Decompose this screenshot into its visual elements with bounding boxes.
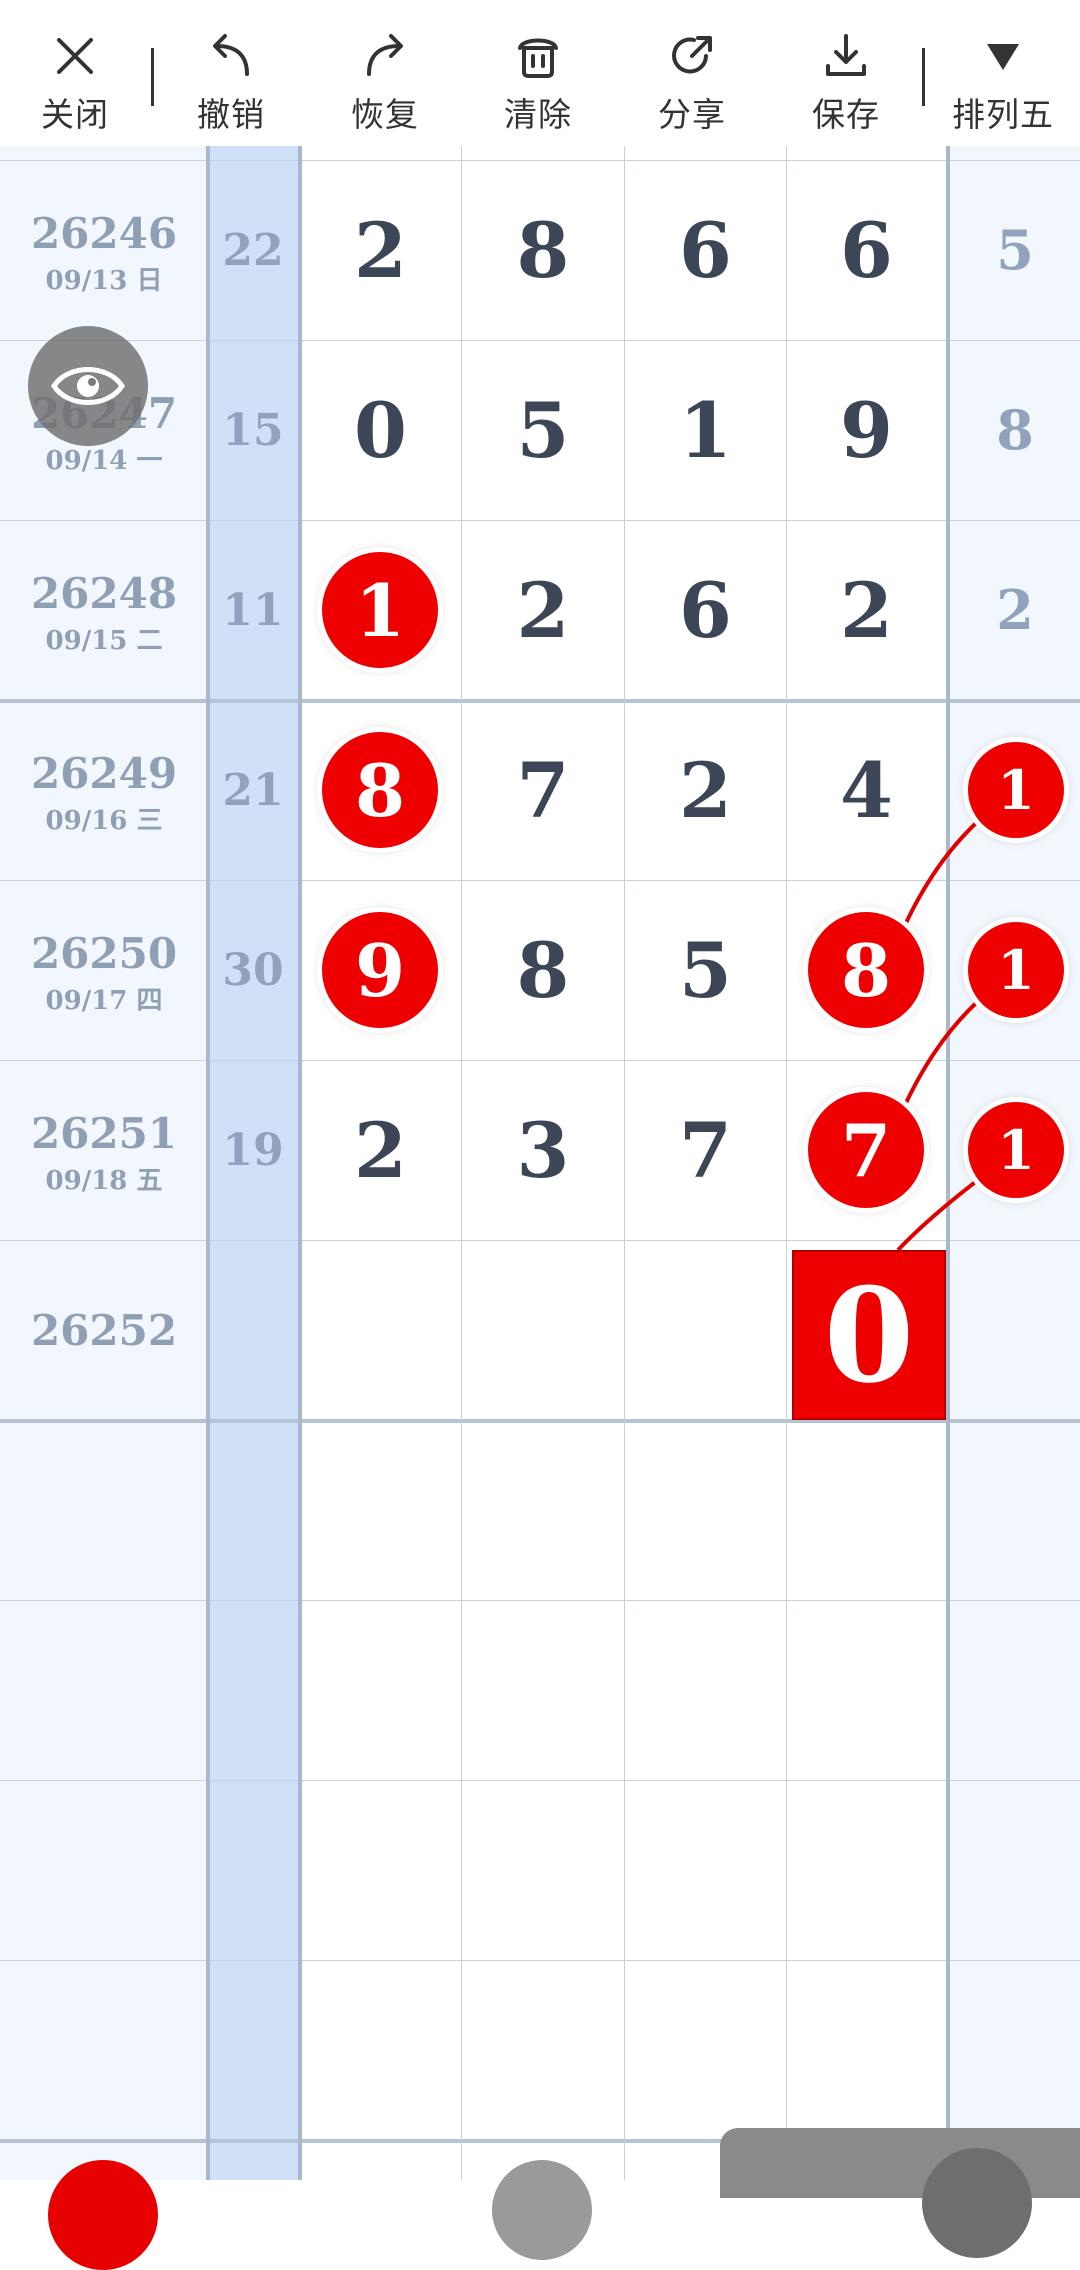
digit-cell[interactable]: 4 [787, 700, 946, 880]
digit-cell[interactable]: 2 [462, 520, 624, 700]
bottom-panel-button[interactable] [922, 2148, 1032, 2258]
issue-date: 09/13 日 [45, 265, 163, 296]
download-icon [826, 34, 866, 76]
digit-cell[interactable]: 5 [625, 880, 786, 1060]
redo-icon [367, 34, 403, 76]
digit-cell[interactable]: 8 [462, 160, 624, 340]
highlighted-fifth-digit[interactable]: 1 [968, 1102, 1064, 1198]
sum-value: 30 [222, 944, 284, 996]
selected-digit-cell[interactable]: 0 [792, 1250, 946, 1420]
sum-value: 19 [222, 1124, 284, 1176]
highlighted-digit[interactable]: 7 [808, 1092, 924, 1208]
issue-number: 26248 [30, 568, 178, 618]
digit-cell[interactable]: 3 [462, 1060, 624, 1240]
issue-number: 26251 [30, 1108, 178, 1158]
toolbar-divider [922, 48, 925, 106]
close-icon [57, 38, 93, 74]
triangle-down-icon [987, 44, 1019, 70]
digit-cell[interactable]: 6 [625, 520, 786, 700]
clear-label: 清除 [504, 95, 572, 134]
clear-button[interactable]: 清除 [463, 0, 613, 146]
close-label: 关闭 [41, 95, 109, 134]
digit-cell[interactable]: 2 [300, 160, 461, 340]
digit-cell[interactable]: 7 [462, 700, 624, 880]
digit-cell[interactable]: 5 [462, 340, 624, 520]
digit-cell[interactable]: 6 [787, 160, 946, 340]
digit-cell[interactable]: 0 [300, 340, 461, 520]
save-button[interactable]: 保存 [771, 0, 921, 146]
lottery-type-label: 排列五 [952, 95, 1054, 134]
highlighted-digit[interactable]: 8 [808, 912, 924, 1028]
digit-cell[interactable]: 9 [787, 340, 946, 520]
fifth-digit[interactable]: 5 [950, 160, 1080, 340]
sum-value: 15 [222, 404, 284, 456]
toolbar-divider [151, 48, 154, 106]
issue-date: 09/17 四 [45, 985, 163, 1016]
fifth-digit[interactable]: 8 [950, 340, 1080, 520]
undo-icon [213, 34, 249, 76]
sum-value: 11 [222, 584, 284, 636]
issue-date: 09/14 一 [45, 445, 163, 476]
digit-cell[interactable]: 6 [625, 160, 786, 340]
grid-line [0, 1780, 1080, 1781]
trash-icon [518, 38, 558, 78]
save-label: 保存 [812, 95, 880, 134]
visibility-toggle-button[interactable] [28, 326, 148, 446]
issue-number: 26249 [30, 748, 178, 798]
lottery-type-dropdown[interactable]: 排列五 [928, 0, 1078, 146]
issue-number: 26252 [30, 1305, 178, 1355]
eye-icon [51, 367, 125, 405]
sum-value: 21 [222, 764, 284, 816]
digit-cell[interactable]: 8 [462, 880, 624, 1060]
grid-line [0, 1600, 1080, 1601]
share-button[interactable]: 分享 [617, 0, 767, 146]
digit-cell[interactable]: 1 [625, 340, 786, 520]
issue-number: 26246 [30, 208, 178, 258]
trend-grid: 26246 09/13 日 22 2 8 6 6 5 26247 09/14 一… [0, 146, 1080, 2180]
issue-number: 26250 [30, 928, 178, 978]
share-label: 分享 [658, 95, 726, 134]
undo-button[interactable]: 撤销 [156, 0, 306, 146]
bottom-red-button[interactable] [48, 2160, 158, 2270]
issue-date: 09/16 三 [45, 805, 163, 836]
highlighted-digit[interactable]: 8 [322, 732, 438, 848]
toolbar: 关闭 撤销 恢复 清除 分享 保存 排列五 [0, 0, 1080, 146]
highlighted-fifth-digit[interactable]: 1 [968, 922, 1064, 1018]
sum-value: 22 [222, 224, 284, 276]
undo-label: 撤销 [197, 95, 265, 134]
highlighted-digit[interactable]: 1 [322, 552, 438, 668]
grid-line [0, 1960, 1080, 1961]
digit-cell[interactable]: 2 [787, 520, 946, 700]
close-button[interactable]: 关闭 [0, 0, 150, 146]
digit-cell[interactable]: 2 [625, 700, 786, 880]
issue-date: 09/15 二 [45, 625, 163, 656]
redo-label: 恢复 [351, 95, 419, 134]
digit-cell[interactable]: 2 [300, 1060, 461, 1240]
redo-button[interactable]: 恢复 [310, 0, 460, 146]
fifth-digit[interactable]: 2 [950, 520, 1080, 700]
issue-date: 09/18 五 [45, 1165, 163, 1196]
highlighted-fifth-digit[interactable]: 1 [968, 742, 1064, 838]
share-icon [672, 36, 712, 74]
bottom-gray-button[interactable] [492, 2160, 592, 2260]
digit-cell[interactable]: 7 [625, 1060, 786, 1240]
highlighted-digit[interactable]: 9 [322, 912, 438, 1028]
